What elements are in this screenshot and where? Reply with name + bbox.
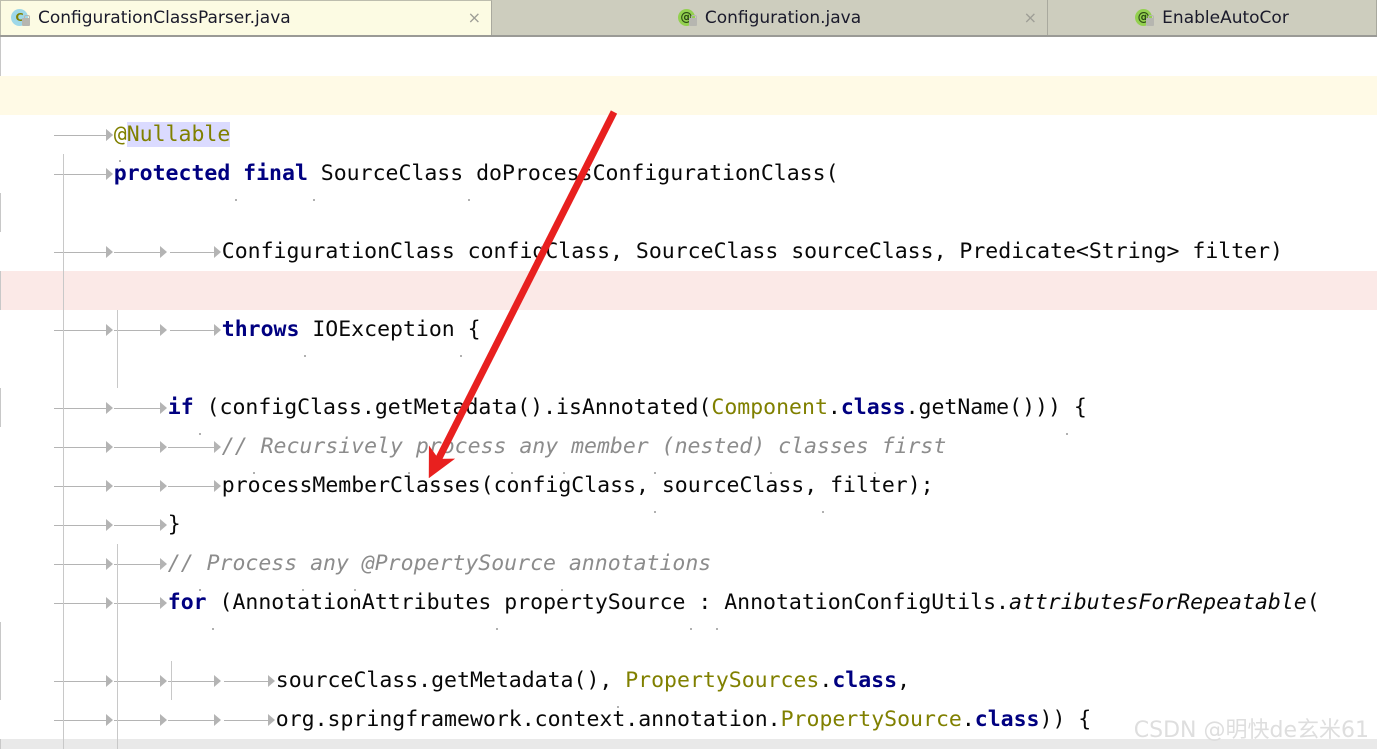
lock-icon (1146, 14, 1155, 26)
code-line[interactable]: //Recursively process any member (nested) cla… (0, 310, 1377, 474)
close-icon[interactable]: × (1024, 9, 1037, 26)
code-line[interactable]: } (0, 388, 1377, 537)
code-line[interactable]: ConfigurationClass configClass, SourceClas… (0, 154, 1377, 279)
code-line[interactable]: if (configClass.getMetadata().isAnnotated… (0, 271, 1377, 435)
java-annotation-icon: @ (677, 8, 698, 28)
tab-label: ConfigurationClassParser.java (38, 8, 291, 28)
code-line[interactable]: */ (0, 37, 1377, 162)
csdn-watermark: CSDN @明快de玄米61 (1133, 718, 1369, 743)
code-line[interactable]: if(this.environmentinstanceofConfigurabl… (0, 622, 1377, 661)
code-line[interactable] (0, 232, 1377, 271)
code-line[interactable]: @Nullable (0, 76, 1377, 147)
code-line[interactable]: processPropertySource(propertySource); (0, 661, 1377, 700)
java-annotation-icon: @ (1135, 8, 1155, 28)
code-line[interactable] (0, 427, 1377, 466)
code-line[interactable]: sourceClass.getMetadata(), PropertySource… (0, 544, 1377, 708)
tab-label: EnableAutoCor (1162, 7, 1289, 28)
tab-configuration-class-parser[interactable]: C ConfigurationClassParser.java × (0, 0, 492, 35)
editor-tab-bar: C ConfigurationClassParser.java × @ Conf… (0, 0, 1377, 37)
code-editor[interactable]: */ @Nullable protectedfinalSourceClassdo… (0, 37, 1377, 749)
lock-icon (688, 14, 697, 26)
code-line[interactable]: for (AnnotationAttributes propertySource: A… (0, 505, 1377, 630)
tab-content: @ Configuration.java (677, 7, 862, 28)
code-line[interactable]: throws IOException{ (0, 193, 1377, 357)
tab-configuration[interactable]: @ Configuration.java × (492, 0, 1048, 35)
tab-enable-auto-configuration[interactable]: @ EnableAutoCor (1048, 0, 1377, 35)
code-line[interactable]: org.springframework.context.annotation.P… (0, 583, 1377, 747)
java-class-icon: C (11, 8, 31, 28)
tab-label: Configuration.java (704, 7, 862, 28)
lock-icon (22, 15, 30, 26)
code-line[interactable]: processMemberClasses(configClass, sourceC… (0, 349, 1377, 513)
code-line[interactable]: protected final SourceClass doProcessConfig… (0, 115, 1377, 201)
code-line[interactable]: //Process any @PropertySource annotations (0, 466, 1377, 591)
close-icon[interactable]: × (452, 10, 481, 26)
tab-content: @ EnableAutoCor (1135, 8, 1289, 28)
